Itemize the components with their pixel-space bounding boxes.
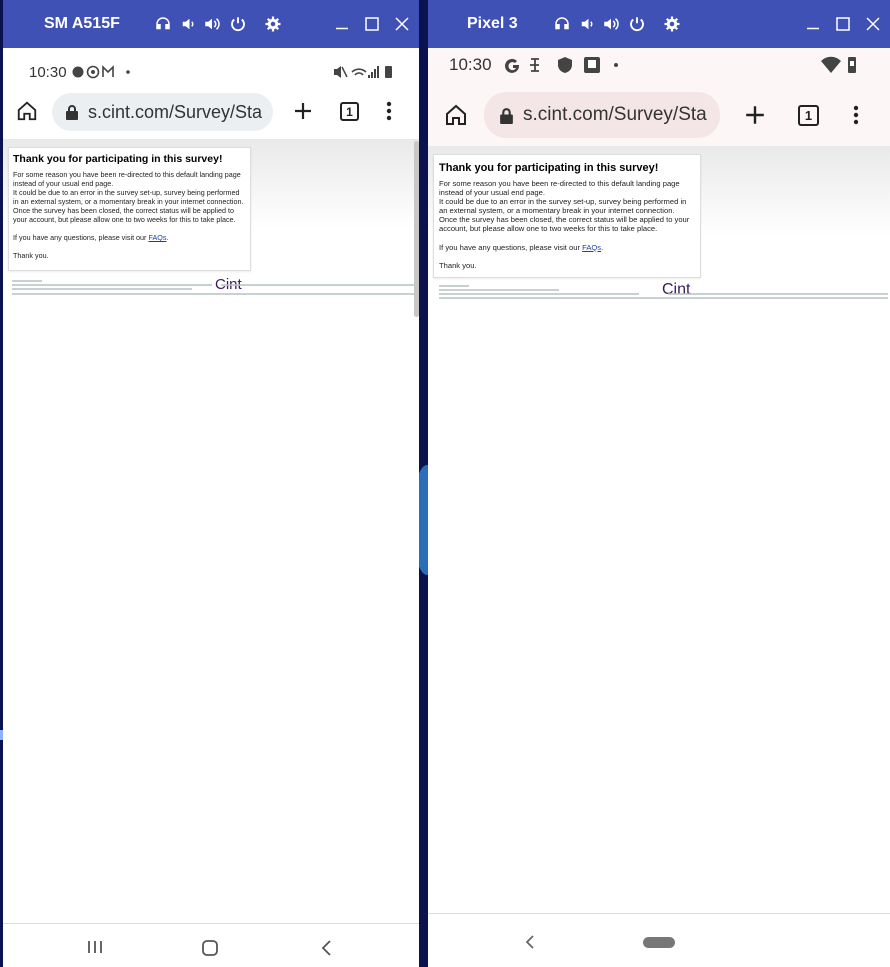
headphones-icon[interactable] bbox=[551, 13, 573, 35]
emulator-window-pixel-3: Pixel 3 10:30 s.cint.com/Survey/Sta 1 Th… bbox=[428, 0, 890, 967]
status-bar: 10:30 bbox=[428, 54, 890, 76]
status-bar: 10:30 bbox=[3, 62, 419, 82]
survey-paragraph-3: Once the survey has been closed, the cor… bbox=[13, 206, 236, 224]
home-pill[interactable] bbox=[642, 936, 676, 948]
new-tab-plus-icon[interactable] bbox=[291, 99, 315, 123]
volume-down-icon[interactable] bbox=[576, 13, 598, 35]
technical-info bbox=[438, 285, 888, 301]
web-content: Thank you for participating in this surv… bbox=[3, 139, 419, 923]
faq-link[interactable]: FAQs bbox=[148, 233, 166, 242]
more-menu-icon[interactable] bbox=[381, 99, 397, 123]
lock-icon bbox=[66, 105, 78, 120]
back-nav-icon[interactable] bbox=[522, 934, 538, 950]
home-icon[interactable] bbox=[15, 99, 39, 123]
survey-paragraph-2: It could be due to an error in the surve… bbox=[13, 188, 244, 206]
lock-icon bbox=[500, 107, 513, 124]
navigation-bar bbox=[428, 913, 890, 967]
notification-icons bbox=[72, 65, 130, 79]
maximize-icon[interactable] bbox=[361, 13, 383, 35]
volume-down-icon[interactable] bbox=[177, 13, 199, 35]
power-icon[interactable] bbox=[626, 13, 648, 35]
minimize-icon[interactable] bbox=[802, 13, 824, 35]
back-nav-icon[interactable] bbox=[316, 938, 336, 958]
tab-switcher-button[interactable]: 1 bbox=[340, 102, 359, 121]
questions-prefix: If you have any questions, please visit … bbox=[439, 242, 583, 252]
maximize-icon[interactable] bbox=[832, 13, 854, 35]
new-tab-plus-icon[interactable] bbox=[743, 103, 767, 127]
page-scrollbar[interactable] bbox=[414, 141, 419, 317]
survey-paragraph-2: It could be due to an error in the surve… bbox=[439, 197, 687, 216]
system-status-icons bbox=[821, 56, 856, 73]
title-bar: Pixel 3 bbox=[428, 0, 890, 48]
volume-up-icon[interactable] bbox=[201, 13, 223, 35]
browser-toolbar: s.cint.com/Survey/Sta 1 bbox=[3, 91, 419, 131]
headphones-icon[interactable] bbox=[152, 13, 174, 35]
system-status-icons bbox=[334, 66, 392, 78]
close-icon[interactable] bbox=[862, 13, 884, 35]
address-bar[interactable]: s.cint.com/Survey/Sta bbox=[52, 93, 273, 131]
home-icon[interactable] bbox=[443, 102, 469, 128]
navigation-bar bbox=[3, 923, 419, 967]
settings-gear-icon[interactable] bbox=[661, 13, 683, 35]
questions-line: If you have any questions, please visit … bbox=[439, 243, 695, 252]
emulator-window-sm-a515f: SM A515F 10:30 s.cint.com/Survey/Sta 1 T… bbox=[3, 0, 419, 967]
questions-line: If you have any questions, please visit … bbox=[13, 233, 246, 242]
notification-icons bbox=[505, 57, 618, 73]
status-time: 10:30 bbox=[29, 63, 67, 81]
recent-apps-icon[interactable] bbox=[85, 939, 105, 955]
questions-prefix: If you have any questions, please visit … bbox=[13, 233, 149, 242]
tab-switcher-button[interactable]: 1 bbox=[798, 105, 819, 126]
url-text: s.cint.com/Survey/Sta bbox=[88, 101, 263, 122]
more-menu-icon[interactable] bbox=[848, 103, 864, 127]
minimize-icon[interactable] bbox=[331, 13, 353, 35]
survey-paragraph-1: For some reason you have been re-directe… bbox=[13, 170, 241, 188]
power-icon[interactable] bbox=[227, 13, 249, 35]
survey-title: Thank you for participating in this surv… bbox=[13, 153, 223, 165]
address-bar[interactable]: s.cint.com/Survey/Sta bbox=[484, 92, 720, 138]
web-content: Thank you for participating in this surv… bbox=[428, 146, 890, 913]
settings-gear-icon[interactable] bbox=[262, 13, 284, 35]
questions-suffix: . bbox=[601, 242, 604, 252]
url-text: s.cint.com/Survey/Sta bbox=[523, 104, 707, 125]
browser-toolbar: s.cint.com/Survey/Sta 1 bbox=[428, 90, 890, 138]
thanks-text: Thank you. bbox=[439, 260, 477, 270]
technical-info bbox=[11, 280, 417, 298]
survey-title: Thank you for participating in this surv… bbox=[439, 162, 659, 174]
device-name: SM A515F bbox=[44, 15, 120, 32]
survey-message-card: Thank you for participating in this surv… bbox=[8, 147, 251, 271]
survey-message-card: Thank you for participating in this surv… bbox=[433, 154, 701, 278]
device-name: Pixel 3 bbox=[467, 15, 518, 32]
home-nav-icon[interactable] bbox=[200, 938, 220, 958]
questions-suffix: . bbox=[166, 233, 169, 242]
survey-paragraph-3: Once the survey has been closed, the cor… bbox=[439, 215, 690, 234]
survey-paragraph-1: For some reason you have been re-directe… bbox=[439, 179, 680, 198]
volume-up-icon[interactable] bbox=[600, 13, 622, 35]
status-time: 10:30 bbox=[449, 55, 492, 74]
faq-link[interactable]: FAQs bbox=[582, 243, 601, 252]
close-icon[interactable] bbox=[391, 13, 413, 35]
title-bar: SM A515F bbox=[3, 0, 419, 48]
thanks-text: Thank you. bbox=[13, 251, 49, 260]
